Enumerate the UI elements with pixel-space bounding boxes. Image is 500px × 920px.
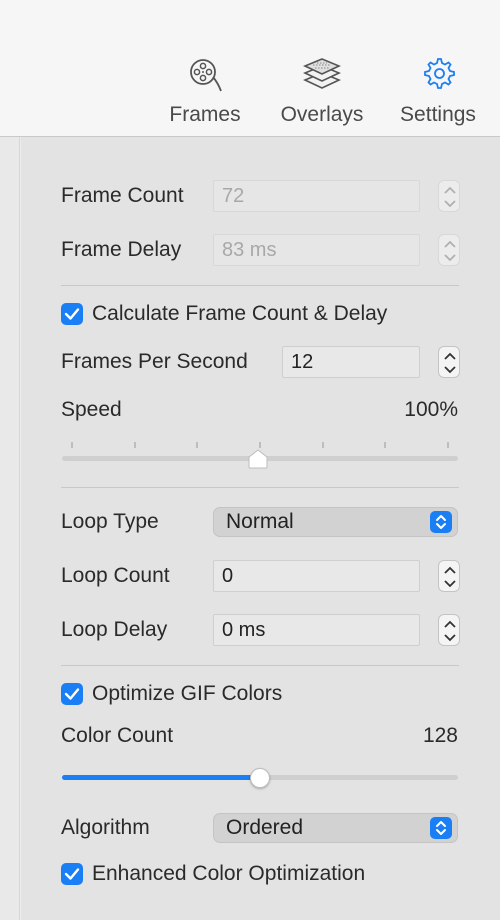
calculate-label[interactable]: Calculate Frame Count & Delay: [92, 302, 387, 326]
chevron-updown-icon[interactable]: [430, 511, 452, 533]
color-count-slider-fill: [62, 775, 260, 780]
loop-delay-stepper[interactable]: [438, 614, 460, 646]
divider: [61, 285, 459, 286]
slider-tick: [71, 442, 73, 448]
algorithm-select[interactable]: Ordered: [213, 813, 458, 843]
loop-count-label: Loop Count: [61, 564, 170, 587]
fps-label: Frames Per Second: [61, 350, 248, 373]
algorithm-label: Algorithm: [61, 816, 150, 839]
slider-tick: [321, 442, 324, 448]
loop-count-field[interactable]: 0: [213, 560, 420, 592]
slider-tick: [447, 442, 449, 448]
color-count-label: Color Count: [61, 724, 174, 747]
loop-type-value: Normal: [226, 510, 294, 533]
enhanced-label[interactable]: Enhanced Color Optimization: [92, 862, 365, 886]
tab-settings[interactable]: Settings: [388, 55, 488, 135]
frame-count-stepper[interactable]: [438, 180, 460, 212]
algorithm-value: Ordered: [226, 816, 304, 839]
tab-frames-label: Frames: [169, 103, 241, 126]
tab-overlays-label: Overlays: [280, 103, 364, 126]
tab-frames[interactable]: Frames: [155, 55, 255, 135]
toolbar: Frames Overlays Settings: [0, 0, 500, 137]
enhanced-checkbox[interactable]: [61, 863, 83, 885]
layers-icon: [301, 55, 343, 100]
sidebar-edge: [0, 137, 20, 920]
loop-count-stepper[interactable]: [438, 560, 460, 592]
loop-delay-field[interactable]: 0 ms: [213, 614, 420, 646]
slider-tick: [259, 442, 261, 448]
frame-count-field[interactable]: 72: [213, 180, 420, 212]
loop-type-label: Loop Type: [61, 510, 159, 533]
tab-overlays[interactable]: Overlays: [272, 55, 372, 135]
frame-delay-stepper[interactable]: [438, 234, 460, 266]
color-count-value: 128: [422, 724, 458, 747]
frame-count-label: Frame Count: [61, 184, 184, 207]
divider: [61, 487, 459, 488]
optimize-label[interactable]: Optimize GIF Colors: [92, 682, 282, 706]
slider-tick: [384, 442, 387, 448]
tab-settings-label: Settings: [400, 103, 476, 126]
film-reel-icon: [185, 55, 225, 100]
frame-delay-field[interactable]: 83 ms: [213, 234, 420, 266]
loop-delay-label: Loop Delay: [61, 618, 168, 641]
loop-type-select[interactable]: Normal: [213, 507, 458, 537]
speed-slider-thumb[interactable]: [247, 449, 269, 469]
gear-icon: [420, 55, 456, 96]
fps-field[interactable]: 12: [282, 346, 420, 378]
calculate-checkbox[interactable]: [61, 303, 83, 325]
divider: [61, 665, 459, 666]
frame-delay-label: Frame Delay: [61, 238, 182, 261]
optimize-checkbox[interactable]: [61, 683, 83, 705]
speed-label: Speed: [61, 398, 122, 421]
slider-tick: [133, 442, 136, 448]
chevron-updown-icon[interactable]: [430, 817, 452, 839]
color-count-slider-thumb[interactable]: [250, 768, 270, 788]
slider-tick: [196, 442, 199, 448]
fps-stepper[interactable]: [438, 346, 460, 378]
speed-value: 100%: [404, 398, 458, 421]
